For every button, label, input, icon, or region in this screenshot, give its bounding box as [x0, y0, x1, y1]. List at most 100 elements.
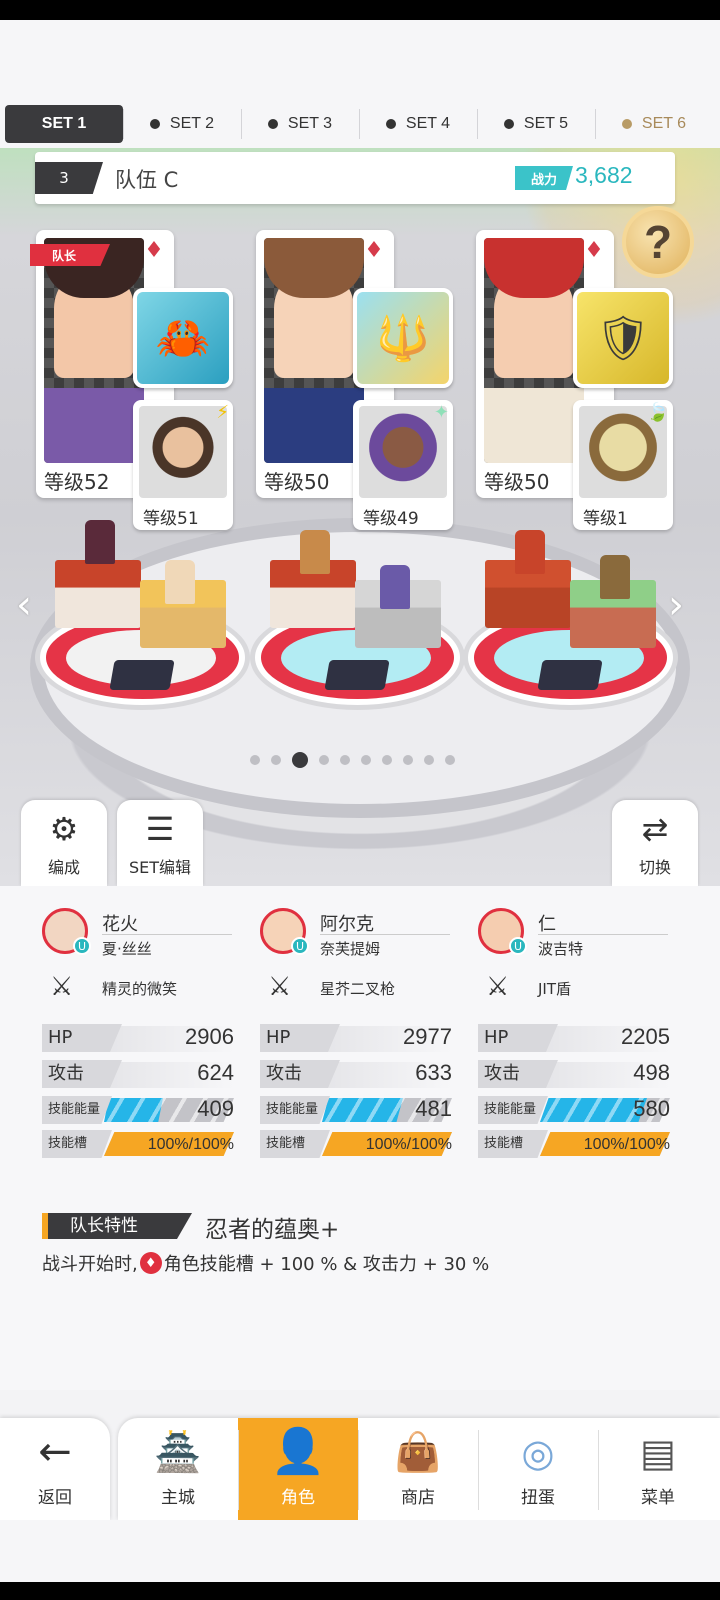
- swap-icon: ⇄: [641, 810, 669, 848]
- character-sprite: [165, 560, 195, 604]
- sparkle-icon: ✦: [433, 402, 449, 423]
- formation-label: 编成: [47, 858, 80, 877]
- weapon-name: JIT盾: [538, 980, 572, 998]
- nav-label: 扭蛋: [521, 1488, 555, 1508]
- back-arrow-icon: ←: [38, 1429, 72, 1475]
- page-dot[interactable]: [250, 755, 260, 765]
- energy-bar: [540, 1098, 647, 1122]
- top-spacer: [0, 20, 720, 100]
- character-portrait: [264, 238, 364, 463]
- nav-label: 主城: [161, 1488, 195, 1508]
- back-button[interactable]: ← 返回: [0, 1418, 110, 1520]
- energy-row: 技能能量 481: [260, 1096, 452, 1124]
- suit-icon: ♦: [584, 237, 604, 263]
- divider: [320, 934, 450, 935]
- tab-set-4[interactable]: SET 4: [359, 105, 477, 143]
- suit-icon: ♦: [144, 237, 164, 263]
- crab-pot-icon[interactable]: 🦀: [133, 288, 233, 388]
- energy-row: 技能能量 409: [42, 1096, 234, 1124]
- page-dot[interactable]: [271, 755, 281, 765]
- tab-set-3[interactable]: SET 3: [241, 105, 359, 143]
- nav-item-shop[interactable]: 👜 商店: [358, 1418, 478, 1520]
- attack-label: 攻击: [478, 1060, 558, 1088]
- energy-value: 409: [197, 1096, 234, 1121]
- energy-value: 481: [415, 1096, 452, 1121]
- hp-label: HP: [260, 1024, 340, 1052]
- nav-item-gacha[interactable]: ◎ 扭蛋: [478, 1418, 598, 1520]
- leader-trait-description: 战斗开始时, ♦ 角色技能槽 + 100 % & 攻击力 + 30 %: [42, 1250, 489, 1276]
- page-dot[interactable]: [403, 755, 413, 765]
- weapon-icon: ⚔: [50, 972, 74, 1002]
- back-label: 返回: [38, 1488, 72, 1508]
- page-dot[interactable]: [424, 755, 434, 765]
- page-dot[interactable]: [445, 755, 455, 765]
- nav-item-menu[interactable]: ▤ 菜单: [598, 1418, 718, 1520]
- energy-label: 技能能量: [478, 1096, 548, 1124]
- power-value: 3,682: [575, 162, 633, 188]
- skill-slot-label: 技能槽: [478, 1130, 548, 1158]
- avatar[interactable]: U: [42, 908, 91, 955]
- support-card-1[interactable]: ⚡ 等级51: [133, 400, 233, 530]
- gacha-icon: ◎: [521, 1431, 555, 1475]
- support-card-3[interactable]: 🍃 等级1: [573, 400, 673, 530]
- character-level: 等级50: [484, 470, 550, 494]
- hp-row: HP 2906: [42, 1024, 234, 1052]
- nav-label: 商店: [401, 1488, 435, 1508]
- tab-set-5[interactable]: SET 5: [477, 105, 595, 143]
- support-name: 夏·丝丝: [102, 940, 152, 958]
- support-name: 波吉特: [538, 940, 584, 958]
- page-dot[interactable]: [292, 752, 308, 768]
- attack-value: 624: [197, 1060, 234, 1085]
- character-name: 阿尔克: [320, 914, 374, 935]
- tab-set-1[interactable]: SET 1: [5, 105, 123, 143]
- chevron-right-icon[interactable]: ›: [668, 582, 684, 628]
- tab-set-6[interactable]: SET 6: [595, 105, 713, 143]
- formation-button[interactable]: ⚙ 编成: [21, 800, 107, 886]
- formation-icon: ⚙: [49, 810, 79, 848]
- team-name[interactable]: 队伍 C: [115, 164, 178, 194]
- attack-row: 攻击 498: [478, 1060, 670, 1088]
- character-sprite: [85, 520, 115, 564]
- set-edit-label: SET编辑: [128, 858, 192, 877]
- character-portrait: [484, 238, 584, 463]
- chevron-left-icon[interactable]: ‹: [16, 582, 32, 628]
- energy-value: 580: [633, 1096, 670, 1121]
- leader-trait-name: 忍者的蕴奥+: [205, 1217, 340, 1243]
- trident-icon[interactable]: 🔱: [353, 288, 453, 388]
- page-dot[interactable]: [340, 755, 350, 765]
- page-dot[interactable]: [361, 755, 371, 765]
- tab-label: SET 6: [641, 115, 687, 132]
- shield-icon[interactable]: 🛡: [573, 288, 673, 388]
- character-icon: 👤: [270, 1426, 326, 1477]
- ability-pad: [109, 660, 175, 690]
- gesture-area: [0, 1520, 720, 1600]
- team-number: 3: [35, 162, 103, 194]
- character-level: 等级52: [44, 470, 110, 494]
- support-level: 等级1: [583, 509, 628, 529]
- team-bar: 3 队伍 C 战力 3,682: [35, 152, 675, 204]
- set-tabs: SET 1 SET 2 SET 3 SET 4 SET 5 SET 6: [0, 100, 720, 148]
- divider: [538, 934, 668, 935]
- nav-item-character[interactable]: 👤 角色: [238, 1418, 358, 1520]
- avatar[interactable]: U: [478, 908, 527, 955]
- tab-label: SET 2: [169, 115, 215, 132]
- dot-icon: [621, 119, 632, 129]
- dot-icon: [267, 119, 278, 129]
- energy-label: 技能能量: [260, 1096, 330, 1124]
- tab-label: SET 3: [287, 115, 333, 132]
- support-level: 等级51: [143, 509, 199, 529]
- avatar[interactable]: U: [260, 908, 309, 955]
- attack-value: 498: [633, 1060, 670, 1085]
- help-icon[interactable]: ?: [622, 206, 694, 278]
- switch-button[interactable]: ⇄ 切换: [612, 800, 698, 886]
- support-card-2[interactable]: ✦ 等级49: [353, 400, 453, 530]
- tab-label: SET 1: [41, 115, 87, 132]
- page-dot[interactable]: [319, 755, 329, 765]
- set-edit-button[interactable]: ☰ SET编辑: [117, 800, 203, 886]
- page-dot[interactable]: [382, 755, 392, 765]
- hp-label: HP: [42, 1024, 122, 1052]
- character-level: 等级50: [264, 470, 330, 494]
- list-icon: ☰: [145, 810, 175, 848]
- nav-item-main-city[interactable]: 🏯 主城: [118, 1418, 238, 1520]
- tab-set-2[interactable]: SET 2: [123, 105, 241, 143]
